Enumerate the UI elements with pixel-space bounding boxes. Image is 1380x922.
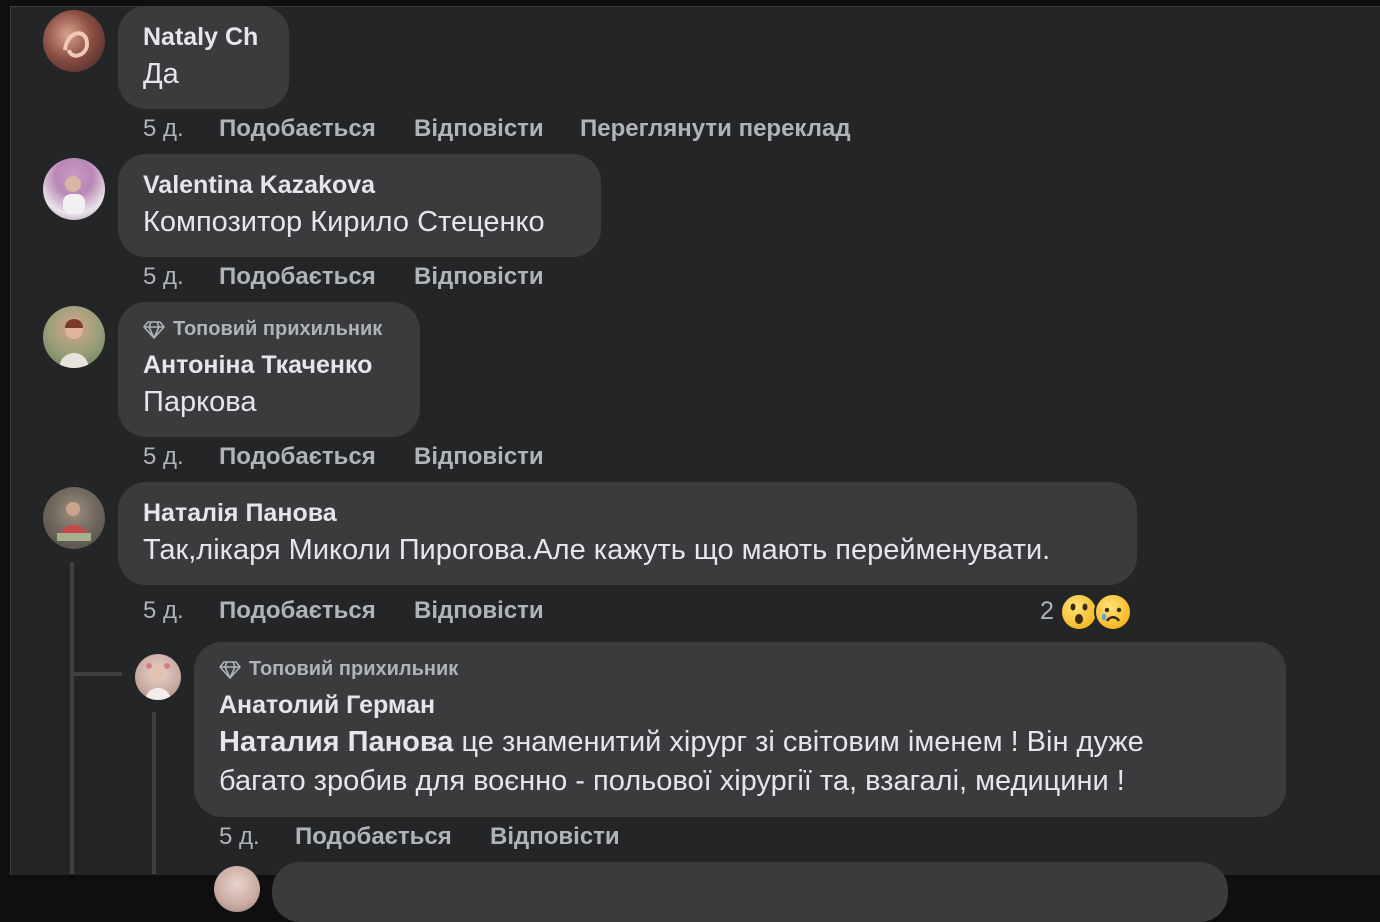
reply-button[interactable]: Відповісти <box>414 597 544 625</box>
reply-text: це знаменитий хірург зі світовим іменем … <box>453 726 1144 758</box>
thread-line <box>70 562 74 874</box>
comment-text: Да <box>143 58 179 90</box>
reaction-count[interactable]: 2 <box>1040 597 1054 626</box>
comment-time[interactable]: 5 д. <box>143 597 184 625</box>
like-button[interactable]: Подобається <box>219 115 376 143</box>
reply-bubble <box>272 862 1228 922</box>
avatar[interactable] <box>43 306 105 368</box>
reply-author[interactable]: Анатолий Герман <box>219 691 435 720</box>
avatar[interactable] <box>135 654 181 700</box>
like-button[interactable]: Подобається <box>219 443 376 471</box>
badge-label: Топовий прихильник <box>173 318 383 340</box>
comment-time[interactable]: 5 д. <box>143 443 184 471</box>
comment-author[interactable]: Valentina Kazakova <box>143 171 375 200</box>
avatar[interactable] <box>43 158 105 220</box>
comment-text: Паркова <box>143 386 257 418</box>
like-button[interactable]: Подобається <box>219 263 376 291</box>
avatar[interactable] <box>214 866 260 912</box>
thread-line-nested <box>152 712 156 874</box>
like-button[interactable]: Подобається <box>295 823 452 851</box>
top-fan-badge: Топовий прихильник <box>219 658 458 681</box>
mention-link[interactable]: Наталия Панова <box>219 726 453 758</box>
diamond-icon <box>219 660 241 679</box>
reply-button[interactable]: Відповісти <box>414 115 544 143</box>
like-button[interactable]: Подобається <box>219 597 376 625</box>
diamond-icon <box>143 320 165 339</box>
comment-time[interactable]: 5 д. <box>143 115 184 143</box>
reply-button[interactable]: Відповісти <box>414 443 544 471</box>
avatar[interactable] <box>43 487 105 549</box>
reply-text-line-2: багато зробив для воєнно - польової хіру… <box>219 765 1125 797</box>
badge-label: Топовий прихильник <box>249 658 459 680</box>
wow-emoji-icon[interactable] <box>1060 593 1098 631</box>
avatar[interactable] <box>43 10 105 72</box>
top-fan-badge: Топовий прихильник <box>143 318 382 341</box>
comment-author[interactable]: Nataly Ch <box>143 23 258 52</box>
comment-author[interactable]: Антоніна Ткаченко <box>143 351 372 380</box>
reply-time[interactable]: 5 д. <box>219 823 260 851</box>
comment-author[interactable]: Наталія Панова <box>143 499 337 528</box>
comment-time[interactable]: 5 д. <box>143 263 184 291</box>
comment-text: Так,лікаря Миколи Пирогова.Але кажуть що… <box>143 534 1051 566</box>
comment-text: Композитор Кирило Стеценко <box>143 206 545 238</box>
reply-button[interactable]: Відповісти <box>490 823 620 851</box>
thread-line-branch <box>70 672 122 676</box>
reply-text-line-1: Наталия Панова це знаменитий хірург зі с… <box>219 726 1144 759</box>
see-translation-button[interactable]: Переглянути переклад <box>580 115 851 143</box>
sad-emoji-icon[interactable] <box>1094 593 1132 631</box>
reply-button[interactable]: Відповісти <box>414 263 544 291</box>
